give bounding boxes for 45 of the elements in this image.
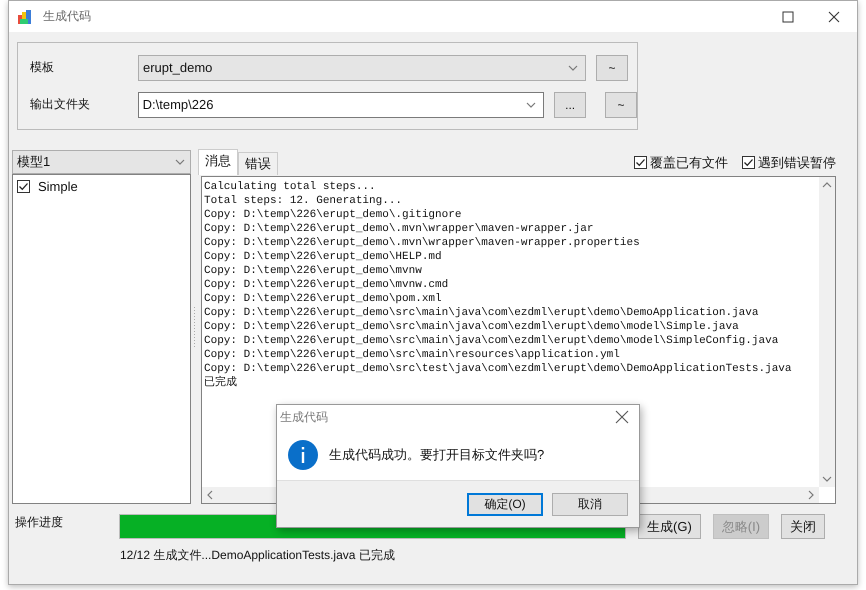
log-line: Copy: D:\temp\226\erupt_demo\mvnw — [204, 264, 423, 278]
dialog-button[interactable]: 确定(O) — [467, 492, 543, 516]
log-line: Total steps: 12. Generating... — [204, 194, 404, 208]
log-line: Copy: D:\temp\226\erupt_demo\.mvn\wrapper\maven-wrapper.jar — [204, 222, 594, 236]
log-line: Calculating total steps... — [204, 180, 377, 194]
model-item[interactable]: Simple — [38, 178, 78, 194]
dialog-button[interactable]: 取消 — [552, 492, 628, 516]
close-icon[interactable] — [615, 410, 629, 424]
log-line: Copy: D:\temp\226\erupt_demo\mvnw.cmd — [204, 278, 450, 292]
template-dropdown[interactable]: erupt_demo — [138, 54, 586, 80]
window-title: 生成代码 — [43, 8, 91, 25]
model-dropdown[interactable]: 模型1 — [12, 150, 191, 174]
template-button[interactable]: ~ — [596, 54, 628, 80]
output-folder-field[interactable]: D:\temp\226 — [138, 92, 544, 118]
tab[interactable]: 错误 — [238, 152, 278, 175]
folder-button[interactable]: ~ — [605, 92, 637, 118]
app-icon — [17, 8, 33, 24]
checkbox[interactable] — [742, 156, 755, 169]
info-icon — [287, 438, 319, 470]
log-line: Copy: D:\temp\226\erupt_demo\src\test\java\com\ezdml\erupt\demo\DemoApplicationTests.java — [204, 362, 792, 376]
action-button[interactable]: 生成(G) — [638, 514, 701, 539]
browse-button[interactable]: ... — [554, 92, 586, 118]
log-line: Copy: D:\temp\226\erupt_demo\src\main\java\com\ezdml\erupt\demo\model\SimpleConfig.java — [204, 334, 780, 348]
dialog-message: 生成代码成功。要打开目标文件夹吗? — [329, 446, 544, 464]
option-label[interactable]: 遇到错误暂停 — [758, 154, 836, 172]
log-line: 已完成 — [204, 376, 238, 390]
output-folder-label: 输出文件夹 — [30, 96, 91, 113]
log-line: Copy: D:\temp\226\erupt_demo\.mvn\wrapper\maven-wrapper.properties — [204, 236, 641, 250]
dialog-title: 生成代码 — [280, 408, 328, 426]
action-button[interactable]: 关闭 — [781, 514, 826, 539]
splitter-grip-icon — [193, 307, 196, 347]
log-line: Copy: D:\temp\226\erupt_demo\src\main\java\com\ezdml\erupt\demo\model\Simple.java — [204, 320, 740, 334]
log-line: Copy: D:\temp\226\erupt_demo\pom.xml — [204, 292, 443, 306]
progress-status: 12/12 生成文件...DemoApplicationTests.java 已完成 — [120, 547, 396, 564]
progress-label: 操作进度 — [14, 514, 64, 531]
log-line: Copy: D:\temp\226\erupt_demo\.gitignore — [204, 208, 462, 222]
option-label[interactable]: 覆盖已有文件 — [650, 154, 728, 172]
template-label: 模板 — [30, 59, 55, 76]
vertical-scrollbar[interactable] — [819, 177, 835, 487]
checkbox[interactable] — [17, 180, 30, 192]
log-line: Copy: D:\temp\226\erupt_demo\src\main\java\com\ezdml\erupt\demo\DemoApplication.java — [204, 306, 760, 320]
tab[interactable]: 消息 — [198, 149, 238, 175]
log-line: Copy: D:\temp\226\erupt_demo\HELP.md — [204, 250, 443, 264]
checkbox[interactable] — [634, 156, 647, 169]
log-line: Copy: D:\temp\226\erupt_demo\src\main\resources\application.yml — [204, 348, 621, 362]
